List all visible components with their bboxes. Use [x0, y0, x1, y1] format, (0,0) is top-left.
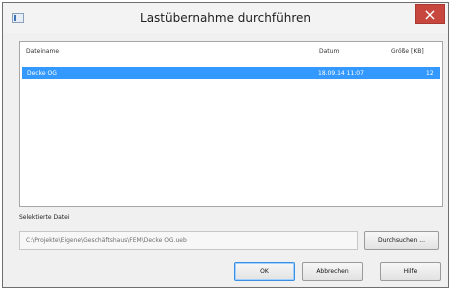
column-header-date[interactable]: Datum: [319, 48, 339, 55]
row-filename: Decke OG: [27, 70, 57, 77]
cancel-button[interactable]: Abbrechen: [302, 262, 363, 281]
help-button[interactable]: Hilfe: [380, 262, 441, 281]
file-list[interactable]: Dateiname Datum Größe [KB] Decke OG 18.0…: [19, 41, 443, 207]
selected-file-path: C:\Projekte\Eigene\Geschäftshaus\FEM\Dec…: [19, 231, 358, 250]
selected-file-label: Selektierte Datei: [19, 214, 70, 221]
column-header-filename[interactable]: Dateiname: [26, 48, 59, 55]
window-title: Lastübernahme durchführen: [140, 11, 311, 25]
ok-button[interactable]: OK: [234, 262, 295, 281]
table-row[interactable]: Decke OG 18.09.14 11:07 12: [22, 67, 440, 79]
close-button[interactable]: ×: [415, 4, 445, 24]
list-header: Dateiname Datum Größe [KB]: [20, 42, 442, 64]
title-bar: Lastübernahme durchführen ×: [3, 3, 448, 33]
row-date: 18.09.14 11:07: [318, 70, 364, 77]
browse-button[interactable]: Durchsuchen ...: [364, 231, 439, 250]
column-header-size[interactable]: Größe [KB]: [391, 48, 424, 55]
row-size: 12: [426, 70, 434, 77]
dialog-window: Lastübernahme durchführen × Dateiname Da…: [2, 2, 449, 288]
